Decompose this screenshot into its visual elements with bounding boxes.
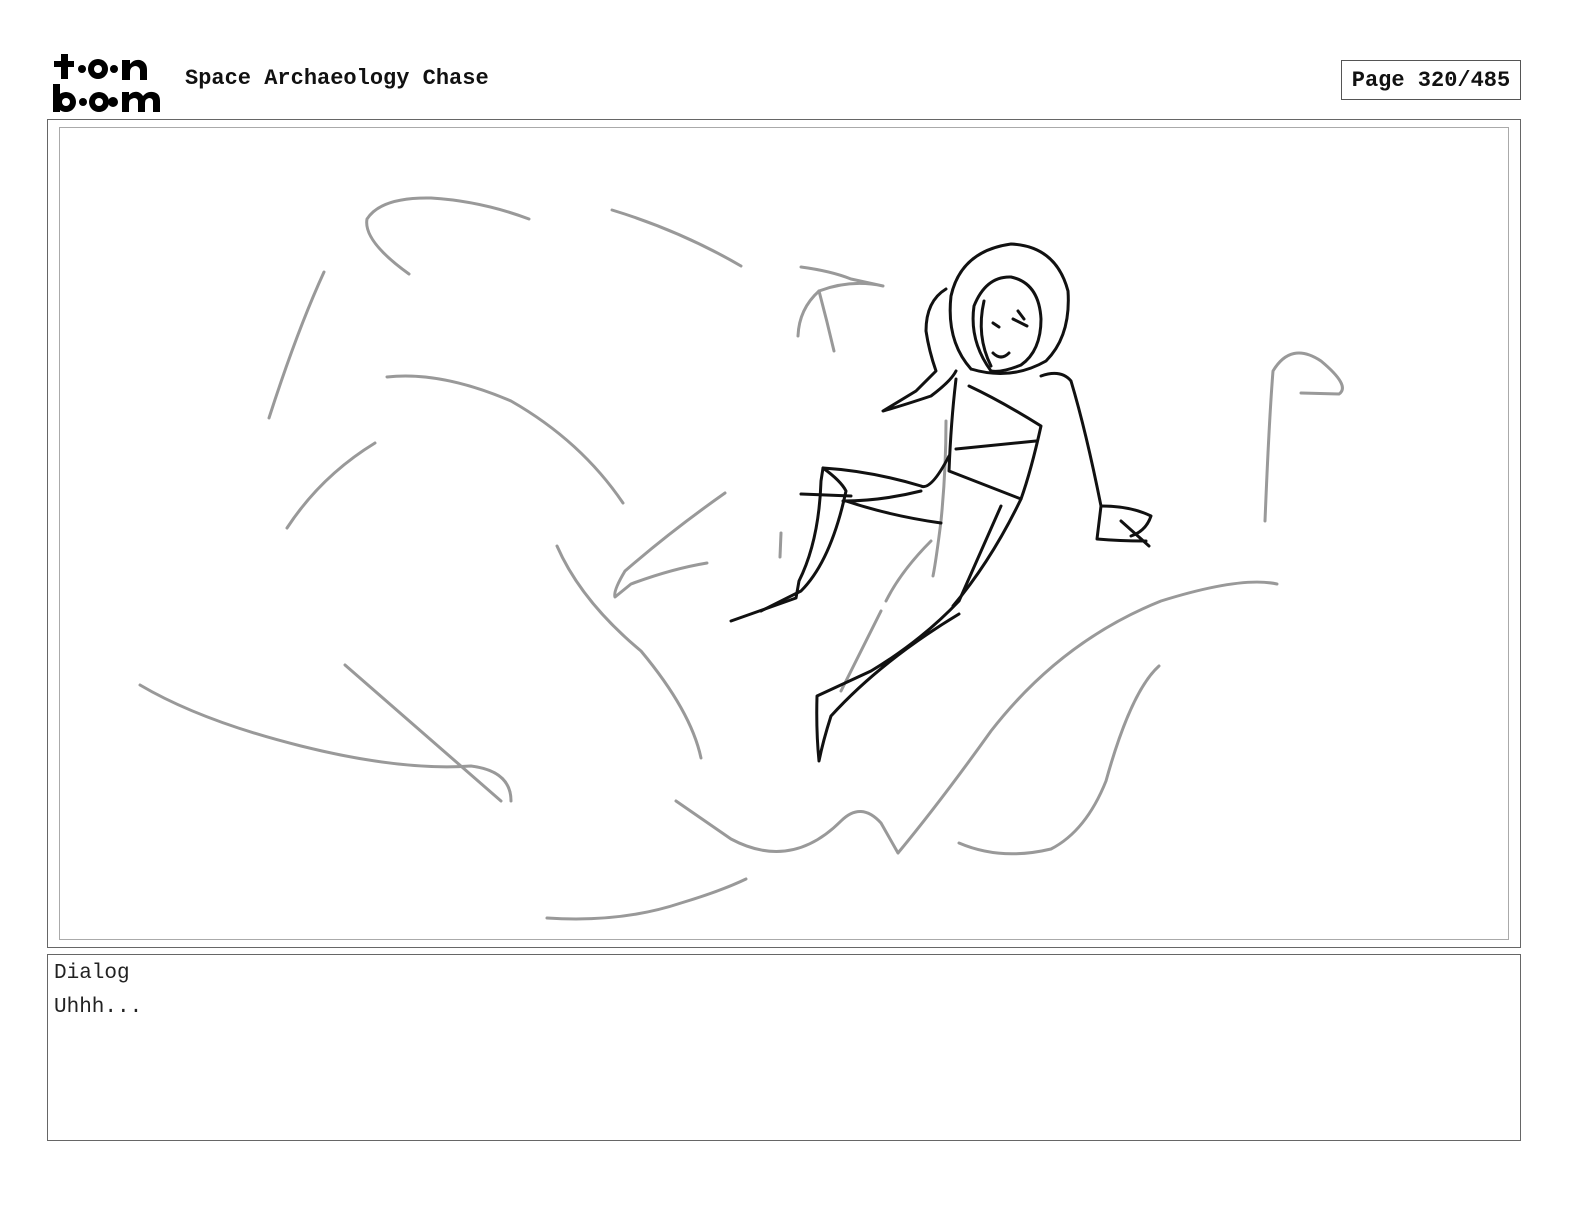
- page-number-label: Page 320/485: [1351, 67, 1511, 93]
- astronaut-figure: [729, 242, 1153, 763]
- dialog-label: Dialog: [54, 962, 130, 985]
- project-title: Space Archaeology Chase: [185, 66, 489, 91]
- toon-boom-logo: [50, 52, 164, 114]
- dialog-box: [47, 954, 1521, 1141]
- page-number-box: Page 320/485: [1341, 60, 1521, 100]
- storyboard-panel: [59, 127, 1509, 940]
- sketch-drawing: [138, 196, 1344, 921]
- dialog-text: Uhhh...: [54, 996, 143, 1019]
- background-strokes: [138, 196, 1344, 921]
